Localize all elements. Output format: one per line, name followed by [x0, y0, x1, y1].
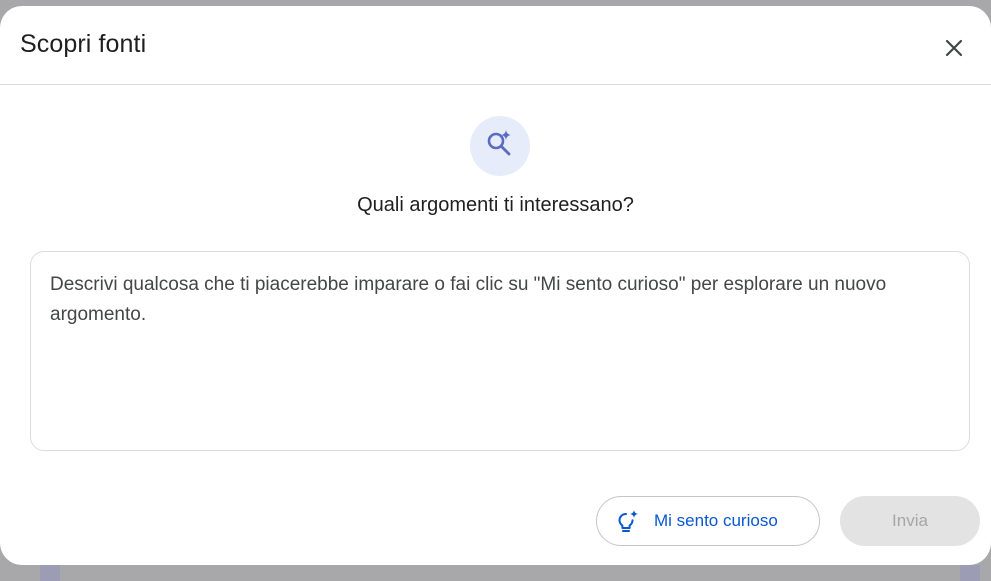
topic-question: Quali argomenti ti interessano? [357, 194, 634, 216]
backdrop-shade [960, 565, 980, 581]
close-button[interactable] [934, 30, 974, 70]
topic-input[interactable] [50, 270, 960, 440]
backdrop-shade [40, 565, 60, 581]
send-label: Invia [892, 511, 928, 530]
dialog-header: Scopri fonti [0, 6, 991, 85]
discover-sources-dialog: Scopri fonti Quali argomenti ti interess… [0, 6, 991, 565]
feeling-curious-button[interactable]: Mi sento curioso [596, 496, 820, 546]
discover-badge [470, 116, 530, 176]
feeling-curious-label: Mi sento curioso [654, 511, 778, 530]
send-button[interactable]: Invia [840, 496, 980, 546]
dialog-title: Scopri fonti [20, 30, 147, 58]
lightbulb-sparkle-icon [615, 509, 641, 535]
close-icon [944, 38, 964, 63]
search-sparkle-icon [485, 129, 515, 164]
topic-input-container [30, 251, 970, 451]
